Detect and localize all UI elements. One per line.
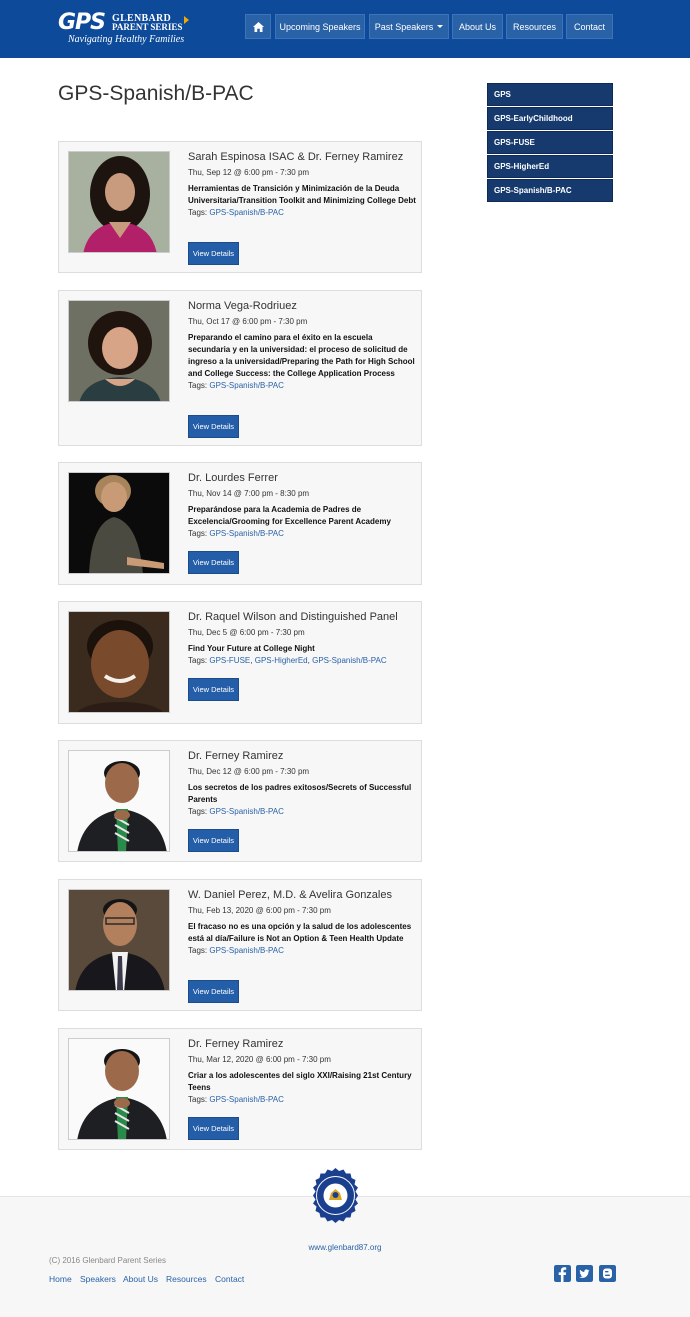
tags-label: Tags: <box>188 208 208 217</box>
event-speaker-name: Dr. Lourdes Ferrer <box>188 472 278 484</box>
event-title: El fracaso no es una opción y la salud d… <box>188 922 412 943</box>
tag-link[interactable]: GPS-FUSE <box>209 656 250 665</box>
nav-contact[interactable]: Contact <box>566 14 613 39</box>
tag-link[interactable]: GPS-Spanish/B-PAC <box>209 1095 284 1104</box>
page-title: GPS-Spanish/B-PAC <box>58 82 254 105</box>
logo-tagline: Navigating Healthy Families <box>68 34 185 45</box>
sidebar-item-gps-earlychildhood[interactable]: GPS-EarlyChildhood <box>487 107 613 130</box>
event-speaker-name: Dr. Ferney Ramirez <box>188 1038 284 1050</box>
sidebar-item-gps-spanish[interactable]: GPS-Spanish/B-PAC <box>487 179 613 202</box>
view-details-button[interactable]: View Details <box>188 1117 239 1140</box>
footer-link-speakers[interactable]: Speakers <box>80 1274 116 1284</box>
event-title: Criar a los adolescentes del siglo XXI/R… <box>188 1071 412 1092</box>
tag-link[interactable]: GPS-Spanish/B-PAC <box>209 529 284 538</box>
event-title: Find Your Future at College Night <box>188 644 315 653</box>
nav-about-us[interactable]: About Us <box>452 14 503 39</box>
footer-link-resources[interactable]: Resources <box>166 1274 207 1284</box>
view-details-button[interactable]: View Details <box>188 415 239 438</box>
facebook-icon[interactable] <box>554 1265 571 1282</box>
sidebar-item-gps[interactable]: GPS <box>487 83 613 106</box>
footer-link-contact[interactable]: Contact <box>215 1274 244 1284</box>
event-date: Thu, Nov 14 @ 7:00 pm - 8:30 pm <box>188 489 310 498</box>
sidebar-item-gps-highered[interactable]: GPS-HigherEd <box>487 155 613 178</box>
speaker-photo <box>68 750 170 852</box>
logo-gps-text: GPS <box>58 10 106 35</box>
event-date: Thu, Dec 12 @ 6:00 pm - 7:30 pm <box>188 767 310 776</box>
district-seal-logo[interactable] <box>307 1167 364 1224</box>
tags-label: Tags: <box>188 381 208 390</box>
tag-link[interactable]: GPS-Spanish/B-PAC <box>209 381 284 390</box>
nav-past-speakers-label: Past Speakers <box>374 21 434 32</box>
speaker-photo <box>68 300 170 402</box>
tag-link[interactable]: GPS-HigherEd <box>255 656 308 665</box>
event-title: Preparando el camino para el éxito en la… <box>188 333 415 378</box>
logo-name-line2: PARENT SERIES <box>112 22 183 32</box>
event-date: Thu, Feb 13, 2020 @ 6:00 pm - 7:30 pm <box>188 906 331 915</box>
speaker-photo <box>68 889 170 991</box>
view-details-button[interactable]: View Details <box>188 829 239 852</box>
speaker-photo <box>68 151 170 253</box>
event-speaker-name: Sarah Espinosa ISAC & Dr. Ferney Ramirez <box>188 151 404 163</box>
tags-label: Tags: <box>188 807 208 816</box>
footer-district-link[interactable]: www.glenbard87.org <box>0 1243 690 1252</box>
event-card: Sarah Espinosa ISAC & Dr. Ferney Ramirez… <box>58 141 422 273</box>
twitter-icon[interactable] <box>576 1265 593 1282</box>
tag-link[interactable]: GPS-Spanish/B-PAC <box>209 946 284 955</box>
tag-link[interactable]: GPS-Spanish/B-PAC <box>312 656 387 665</box>
nav-resources[interactable]: Resources <box>506 14 563 39</box>
tags-label: Tags: <box>188 1095 208 1104</box>
site-header: GPS GLENBARD PARENT SERIES Navigating He… <box>0 0 690 58</box>
tag-link[interactable]: GPS-Spanish/B-PAC <box>209 208 284 217</box>
event-speaker-name: Norma Vega-Rodriuez <box>188 300 297 312</box>
event-card: Dr. Ferney Ramirez Thu, Dec 12 @ 6:00 pm… <box>58 740 422 862</box>
event-speaker-name: Dr. Raquel Wilson and Distinguished Pane… <box>188 611 398 623</box>
nav-past-speakers[interactable]: Past Speakers <box>369 14 449 39</box>
chevron-down-icon <box>437 25 444 28</box>
view-details-button[interactable]: View Details <box>188 242 239 265</box>
speaker-photo <box>68 472 170 574</box>
view-details-button[interactable]: View Details <box>188 678 239 701</box>
sidebar-item-gps-fuse[interactable]: GPS-FUSE <box>487 131 613 154</box>
footer-copyright: (C) 2016 Glenbard Parent Series <box>49 1256 166 1265</box>
speaker-photo <box>68 611 170 713</box>
blogger-icon[interactable] <box>599 1265 616 1282</box>
event-speaker-name: Dr. Ferney Ramirez <box>188 750 284 762</box>
event-card: Dr. Ferney Ramirez Thu, Mar 12, 2020 @ 6… <box>58 1028 422 1150</box>
event-card: Dr. Raquel Wilson and Distinguished Pane… <box>58 601 422 724</box>
nav-upcoming-speakers[interactable]: Upcoming Speakers <box>275 14 365 39</box>
nav-home-button[interactable] <box>245 14 271 39</box>
site-logo[interactable]: GPS GLENBARD PARENT SERIES Navigating He… <box>58 12 193 46</box>
view-details-button[interactable]: View Details <box>188 551 239 574</box>
logo-arrow-icon <box>184 16 189 24</box>
event-date: Thu, Oct 17 @ 6:00 pm - 7:30 pm <box>188 317 308 326</box>
home-icon <box>252 21 264 32</box>
event-date: Thu, Dec 5 @ 6:00 pm - 7:30 pm <box>188 628 305 637</box>
event-title: Los secretos de los padres exitosos/Secr… <box>188 783 412 804</box>
event-date: Thu, Sep 12 @ 6:00 pm - 7:30 pm <box>188 168 310 177</box>
footer-link-home[interactable]: Home <box>49 1274 72 1284</box>
event-title: Preparándose para la Academia de Padres … <box>188 505 391 526</box>
tags-label: Tags: <box>188 656 208 665</box>
event-card: Norma Vega-Rodriuez Thu, Oct 17 @ 6:00 p… <box>58 290 422 446</box>
tags-label: Tags: <box>188 946 208 955</box>
event-speaker-name: W. Daniel Perez, M.D. & Avelira Gonzales <box>188 889 392 901</box>
tags-label: Tags: <box>188 529 208 538</box>
event-card: Dr. Lourdes Ferrer Thu, Nov 14 @ 7:00 pm… <box>58 462 422 585</box>
speaker-photo <box>68 1038 170 1140</box>
tag-link[interactable]: GPS-Spanish/B-PAC <box>209 807 284 816</box>
footer-link-about-us[interactable]: About Us <box>123 1274 158 1284</box>
event-card: W. Daniel Perez, M.D. & Avelira Gonzales… <box>58 879 422 1011</box>
event-title: Herramientas de Transición y Minimizació… <box>188 184 416 205</box>
event-date: Thu, Mar 12, 2020 @ 6:00 pm - 7:30 pm <box>188 1055 331 1064</box>
view-details-button[interactable]: View Details <box>188 980 239 1003</box>
